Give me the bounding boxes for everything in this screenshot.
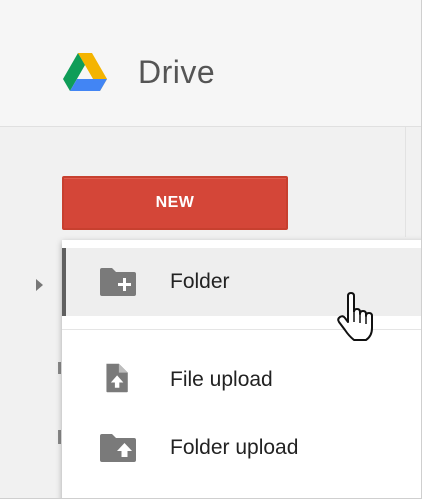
app-title: Drive	[138, 54, 216, 90]
folder-plus-icon	[100, 268, 136, 296]
folder-upload-icon	[100, 434, 136, 462]
menu-item-label: File upload	[170, 368, 273, 391]
expand-arrow-icon[interactable]	[36, 279, 43, 291]
app-window: Drive NEW Folder File upload Folder uplo…	[0, 0, 422, 499]
menu-item-label: Folder	[170, 270, 230, 293]
hand-cursor-icon	[337, 292, 373, 341]
sidebar-edge-mark	[58, 362, 61, 374]
new-menu: Folder File upload Folder upload	[62, 240, 421, 498]
file-upload-icon	[106, 363, 128, 393]
drive-logo-icon[interactable]	[62, 52, 108, 92]
vertical-divider	[405, 127, 406, 237]
menu-item-label: Folder upload	[170, 436, 299, 459]
app-header: Drive	[0, 0, 421, 127]
menu-item-folder-upload[interactable]: Folder upload	[62, 414, 421, 482]
menu-item-file-upload[interactable]: File upload	[62, 346, 421, 414]
sidebar-edge-mark	[58, 430, 61, 444]
new-button[interactable]: NEW	[62, 176, 288, 230]
